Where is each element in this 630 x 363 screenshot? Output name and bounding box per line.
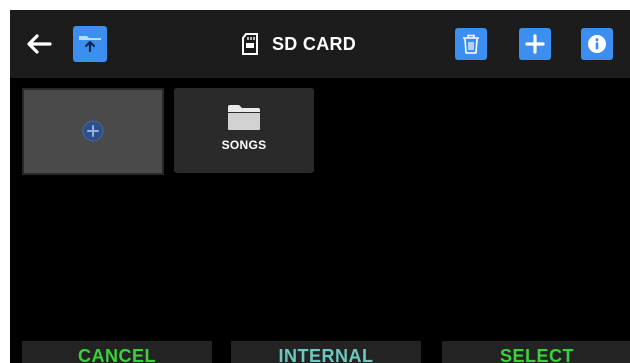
info-icon [588, 35, 606, 53]
delete-button[interactable] [455, 28, 487, 60]
internal-button[interactable]: INTERNAL [231, 341, 421, 363]
top-bar: SD CARD [10, 10, 630, 78]
plus-circle-icon [82, 120, 104, 142]
add-item-tile[interactable] [22, 88, 164, 175]
file-browser-screen: SD CARD SONGS CANCEL INTERNAL SELECT [10, 10, 630, 363]
arrow-left-icon[interactable] [26, 34, 52, 54]
up-folder-button[interactable] [73, 26, 107, 62]
page-title: SD CARD [272, 33, 357, 54]
select-button[interactable]: SELECT [442, 341, 630, 363]
cancel-button[interactable]: CANCEL [22, 341, 212, 363]
cancel-button-label: CANCEL [78, 346, 156, 363]
plus-icon [525, 34, 545, 54]
sd-card-icon [242, 33, 258, 55]
folder-label: SONGS [221, 138, 267, 152]
trash-icon [463, 34, 479, 54]
select-button-label: SELECT [499, 346, 574, 363]
folder-tile[interactable]: SONGS [174, 88, 314, 173]
folder-icon [228, 105, 260, 130]
folder-up-icon [79, 36, 101, 53]
header-title: SD CARD [242, 30, 356, 58]
internal-button-label: INTERNAL [278, 346, 374, 363]
add-button[interactable] [519, 28, 551, 60]
info-button[interactable] [581, 28, 613, 60]
